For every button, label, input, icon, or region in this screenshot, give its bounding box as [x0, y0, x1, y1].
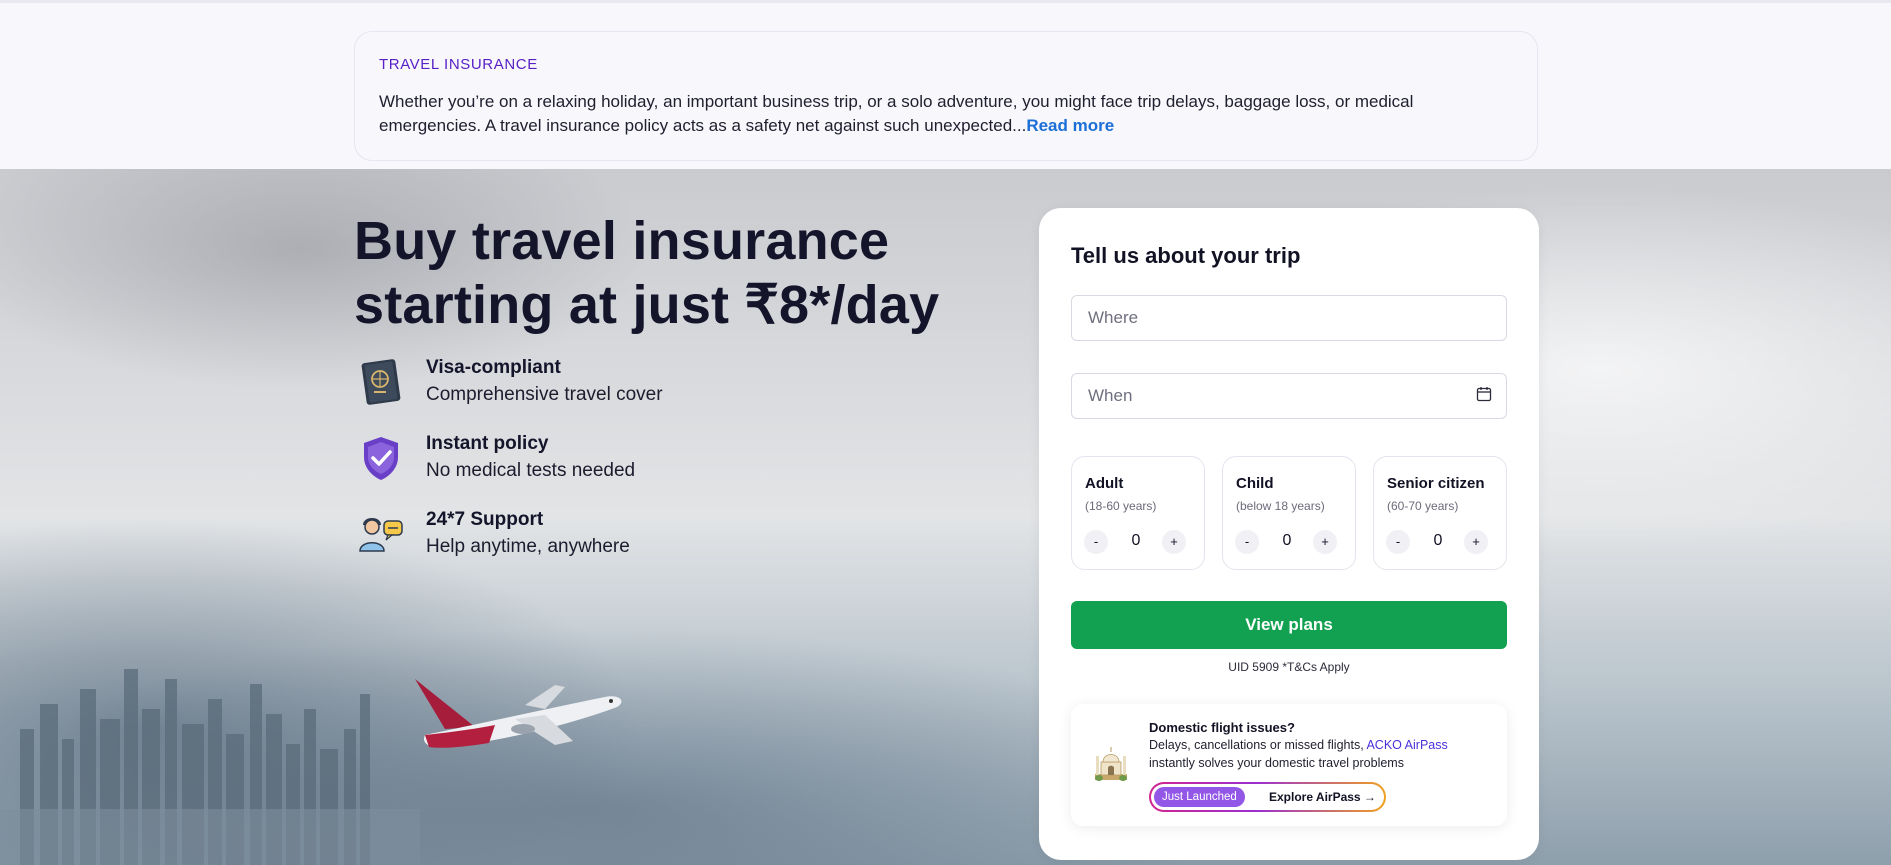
feature-instant-policy: Instant policy No medical tests needed	[354, 433, 854, 493]
promo-line-1: Delays, cancellations or missed flights,…	[1149, 738, 1448, 752]
feature-title: Visa-compliant	[426, 357, 561, 378]
traveller-label: Senior citizen	[1387, 475, 1485, 492]
promo-line-2: instantly solves your domestic travel pr…	[1149, 756, 1404, 770]
adult-count: 0	[1131, 532, 1141, 549]
feature-subtitle: No medical tests needed	[426, 460, 636, 481]
explore-airpass-link[interactable]: Explore AirPass →	[1269, 788, 1376, 806]
promo-title: Domestic flight issues?	[1149, 720, 1295, 735]
adult-increment-button[interactable]: +	[1162, 530, 1186, 554]
airplane-image	[415, 679, 622, 748]
child-count: 0	[1282, 532, 1292, 549]
promo-line-1-text: Delays, cancellations or missed flights,	[1149, 738, 1367, 752]
passport-icon	[361, 359, 401, 405]
trip-form-title: Tell us about your trip	[1071, 243, 1301, 268]
feature-title: 24*7 Support	[426, 509, 544, 530]
headline-line-1: Buy travel insurance	[354, 211, 890, 271]
child-increment-button[interactable]: +	[1313, 530, 1337, 554]
senior-citizen-counter: Senior citizen (60-70 years) - 0 +	[1373, 456, 1507, 570]
trip-details-card: Tell us about your trip Adult (18-60 yea…	[1039, 208, 1539, 860]
airpass-pill[interactable]: Just Launched Explore AirPass →	[1149, 782, 1386, 812]
support-agent-icon	[359, 518, 403, 552]
where-input[interactable]	[1072, 296, 1468, 340]
read-more-link[interactable]: Read more	[1026, 116, 1114, 135]
travel-insurance-info-card: TRAVEL INSURANCE Whether you’re on a rel…	[354, 31, 1538, 161]
when-field	[1071, 373, 1507, 419]
just-launched-badge: Just Launched	[1154, 787, 1245, 807]
acko-airpass-link[interactable]: ACKO AirPass	[1366, 738, 1447, 752]
senior-decrement-button[interactable]: -	[1386, 530, 1410, 554]
info-tag: TRAVEL INSURANCE	[379, 56, 538, 73]
taj-mahal-icon	[1095, 747, 1127, 781]
traveller-age-range: (60-70 years)	[1387, 499, 1459, 513]
shield-check-icon	[364, 437, 398, 480]
feature-support: 24*7 Support Help anytime, anywhere	[354, 509, 854, 569]
uid-disclaimer: UID 5909 *T&Cs Apply	[1228, 660, 1350, 674]
headline-line-2: starting at just ₹8*/day	[354, 275, 940, 335]
traveller-label: Child	[1236, 475, 1274, 492]
traveller-age-range: (below 18 years)	[1236, 499, 1325, 513]
feature-title: Instant policy	[426, 433, 549, 454]
traveller-label: Adult	[1085, 475, 1124, 492]
airpass-promo-card: Domestic flight issues? Delays, cancella…	[1071, 704, 1507, 826]
view-plans-button[interactable]: View plans	[1071, 601, 1507, 649]
feature-visa-compliant: Visa-compliant Comprehensive travel cove…	[354, 357, 854, 417]
info-band: TRAVEL INSURANCE Whether you’re on a rel…	[0, 3, 1891, 169]
child-counter: Child (below 18 years) - 0 +	[1222, 456, 1356, 570]
child-decrement-button[interactable]: -	[1235, 530, 1259, 554]
airpass-pill-inner: Just Launched Explore AirPass →	[1151, 784, 1384, 810]
hero-headline: Buy travel insurance starting at just ₹8…	[354, 209, 954, 337]
where-field	[1071, 295, 1507, 341]
hero-section: Buy travel insurance starting at just ₹8…	[0, 169, 1891, 865]
adult-counter: Adult (18-60 years) - 0 +	[1071, 456, 1205, 570]
adult-decrement-button[interactable]: -	[1084, 530, 1108, 554]
calendar-icon[interactable]	[1476, 386, 1492, 402]
city-skyline-image	[0, 669, 420, 865]
senior-count: 0	[1433, 532, 1443, 549]
when-input[interactable]	[1072, 374, 1468, 418]
feature-subtitle: Help anytime, anywhere	[426, 536, 630, 557]
info-text: Whether you’re on a relaxing holiday, an…	[379, 90, 1459, 138]
feature-subtitle: Comprehensive travel cover	[426, 384, 663, 405]
info-body: Whether you’re on a relaxing holiday, an…	[379, 92, 1414, 135]
senior-increment-button[interactable]: +	[1464, 530, 1488, 554]
traveller-age-range: (18-60 years)	[1085, 499, 1157, 513]
